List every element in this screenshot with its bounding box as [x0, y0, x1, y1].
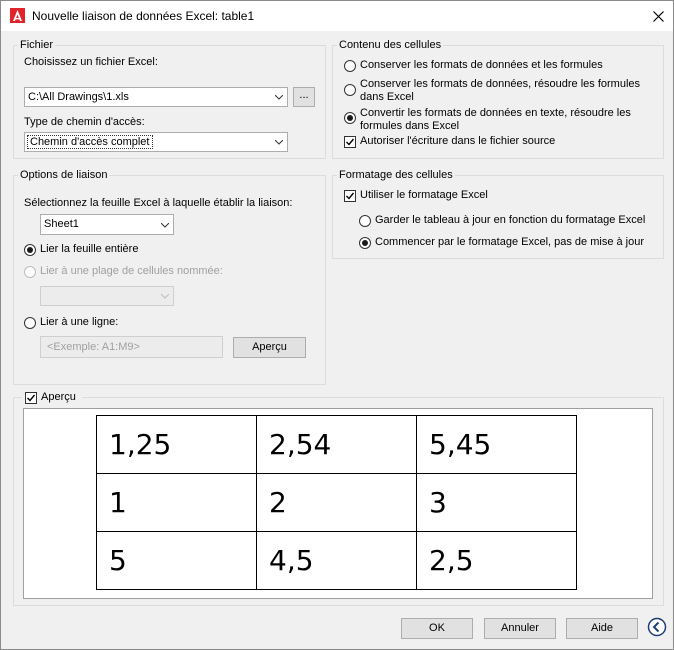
table-row: 5 4,5 2,5 [96, 531, 577, 590]
table-cell: 3 [416, 473, 577, 532]
table-cell: 1 [96, 473, 257, 532]
named-range-combo[interactable] [40, 286, 174, 306]
file-combo-value: C:\All Drawings\1.xls [28, 91, 129, 103]
table-row: 1,25 2,54 5,45 [96, 415, 577, 474]
table-cell: 1,25 [96, 415, 257, 474]
fichier-legend: Fichier [20, 39, 54, 51]
preview-checkbox[interactable] [25, 392, 37, 404]
checkmark-icon [27, 394, 36, 402]
preview-button[interactable]: Aperçu [233, 337, 306, 358]
radio-keep-updated-label: Garder le tableau à jour en fonction du … [375, 214, 646, 226]
radio-keep-resolve[interactable] [344, 84, 356, 96]
sheet-value: Sheet1 [44, 218, 79, 230]
preview-group-top-border [13, 397, 662, 398]
preview-area: 1,25 2,54 5,45 1 2 3 5 4,5 2,5 [23, 408, 653, 599]
radio-keep-resolve-label-2: dans Excel [360, 91, 414, 103]
radio-start-with-label: Commencer par le formatage Excel, pas de… [375, 236, 645, 248]
range-placeholder: <Exemple: A1:M9> [47, 341, 140, 353]
choose-file-label: Choisissez un fichier Excel: [24, 56, 158, 68]
browse-button[interactable]: ... [293, 87, 315, 107]
chevron-down-icon [275, 95, 283, 100]
table-cell: 2 [256, 473, 417, 532]
help-button[interactable]: Aide [566, 618, 638, 639]
range-input[interactable]: <Exemple: A1:M9> [40, 336, 223, 358]
checkmark-icon [346, 192, 355, 200]
preview-table: 1,25 2,54 5,45 1 2 3 5 4,5 2,5 [96, 415, 577, 590]
use-excel-format-checkbox[interactable] [344, 190, 356, 202]
radio-range-label: Lier à une ligne: [40, 316, 119, 328]
checkmark-icon [346, 138, 355, 146]
chevron-down-icon [161, 294, 169, 299]
file-combo[interactable]: C:\All Drawings\1.xls [24, 87, 288, 107]
radio-named-range[interactable] [24, 266, 36, 278]
radio-range[interactable] [24, 317, 36, 329]
sheet-label: Sélectionnez la feuille Excel à laquelle… [24, 197, 293, 209]
radio-whole-sheet[interactable] [24, 244, 36, 256]
table-cell: 2,54 [256, 415, 417, 474]
allow-write-checkbox[interactable] [344, 136, 356, 148]
table-cell: 4,5 [256, 531, 417, 590]
autocad-app-icon [10, 8, 25, 23]
radio-keep-formulas[interactable] [344, 60, 356, 72]
table-cell: 5,45 [416, 415, 577, 474]
radio-keep-updated[interactable] [359, 215, 371, 227]
dialog-window: Nouvelle liaison de données Excel: table… [0, 0, 674, 650]
close-icon [652, 10, 664, 22]
table-cell: 2,5 [416, 531, 577, 590]
close-button[interactable] [643, 1, 673, 31]
use-excel-format-label: Utiliser le formatage Excel [360, 189, 488, 201]
preview-checkbox-label: Aperçu [41, 391, 76, 403]
sheet-combo[interactable]: Sheet1 [40, 214, 174, 235]
radio-convert-text-label-1: Convertir les formats de données en text… [360, 107, 631, 119]
radio-keep-resolve-label-1: Conserver les formats de données, résoud… [360, 78, 641, 90]
options-legend: Options de liaison [20, 169, 108, 181]
path-type-value: Chemin d'accès complet [27, 135, 153, 149]
window-title: Nouvelle liaison de données Excel: table… [32, 9, 255, 23]
cancel-button[interactable]: Annuler [484, 618, 556, 639]
formatage-legend: Formatage des cellules [339, 169, 453, 181]
radio-convert-text-label-2: formules dans Excel [360, 120, 460, 132]
path-type-combo[interactable]: Chemin d'accès complet [24, 132, 288, 152]
radio-start-with[interactable] [359, 237, 371, 249]
ok-button[interactable]: OK [401, 618, 473, 639]
table-row: 1 2 3 [96, 473, 577, 532]
table-cell: 5 [96, 531, 257, 590]
chevron-down-icon [161, 223, 169, 228]
allow-write-label: Autoriser l'écriture dans le fichier sou… [360, 135, 556, 147]
radio-whole-sheet-label: Lier la feuille entière [40, 243, 139, 255]
radio-named-range-label: Lier à une plage de cellules nommée: [40, 265, 223, 277]
contenu-legend: Contenu des cellules [339, 39, 442, 51]
path-type-label: Type de chemin d'accès: [24, 116, 145, 128]
title-bar: Nouvelle liaison de données Excel: table… [1, 1, 673, 31]
collapse-arrow-icon[interactable] [647, 617, 667, 637]
chevron-down-icon [275, 140, 283, 145]
radio-convert-text[interactable] [344, 112, 356, 124]
radio-keep-formulas-label: Conserver les formats de données et les … [360, 59, 603, 71]
